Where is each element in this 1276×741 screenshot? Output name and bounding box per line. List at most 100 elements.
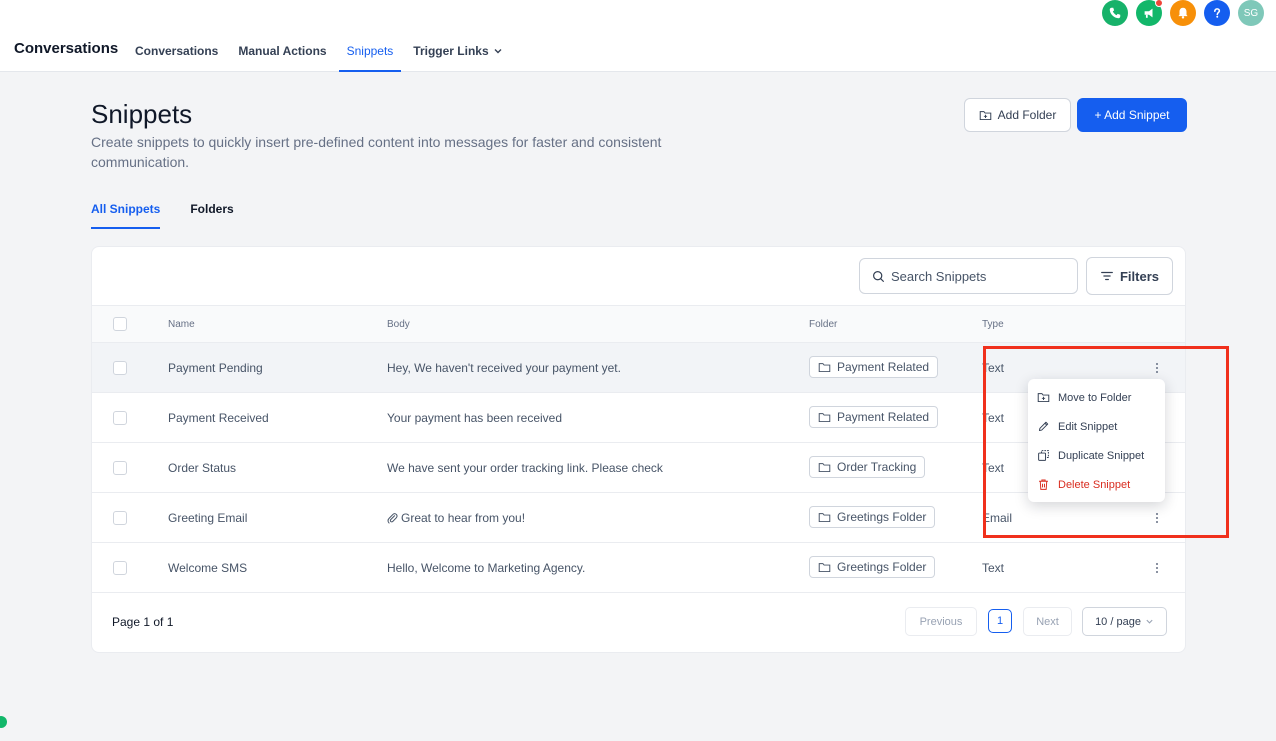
menu-item-label: Edit Snippet [1058, 420, 1118, 433]
folder-tag[interactable]: Payment Related [809, 356, 939, 378]
folder-name: Payment Related [837, 410, 930, 424]
page-description: Create snippets to quickly insert pre-de… [91, 134, 662, 170]
snippet-body: Great to hear from you! [387, 511, 525, 525]
column-header-folder[interactable]: Folder [809, 319, 837, 330]
nav-trigger-links[interactable]: Trigger Links [403, 32, 512, 70]
nav-conversations[interactable]: Conversations [125, 32, 228, 70]
table-row[interactable]: Payment Pending Hey, We haven't received… [92, 343, 1185, 393]
folder-tag[interactable]: Greetings Folder [809, 556, 936, 578]
filters-label: Filters [1119, 268, 1159, 284]
folder-name: Greetings Folder [837, 510, 927, 524]
table-header: Name Body Folder Type [92, 305, 1185, 343]
phone-button[interactable] [1102, 0, 1128, 26]
search-box [859, 258, 1078, 294]
add-folder-button[interactable]: Add Folder [964, 98, 1071, 132]
nav-label: Conversations [135, 44, 219, 58]
tab-label: All Snippets [91, 202, 161, 216]
announcements-button[interactable] [1136, 0, 1163, 26]
menu-item-delete-snippet[interactable]: Delete Snippet [1028, 470, 1165, 499]
column-header-type[interactable]: Type [982, 319, 1004, 330]
search-input[interactable] [891, 268, 1061, 284]
nav-label: Manual Actions [238, 44, 327, 58]
avatar-initials: SG [1243, 7, 1259, 19]
select-all-checkbox[interactable] [113, 317, 127, 331]
tab-all-snippets[interactable]: All Snippets [91, 202, 161, 229]
snippet-body: We have sent your order tracking link. P… [387, 461, 663, 475]
top-header: Conversations Conversations Manual Actio… [0, 0, 1276, 72]
menu-item-edit-snippet[interactable]: Edit Snippet [1028, 412, 1165, 441]
column-header-name[interactable]: Name [168, 319, 195, 330]
snippet-body: Hey, We haven't received your payment ye… [387, 361, 621, 375]
folder-tag[interactable]: Greetings Folder [809, 506, 936, 528]
next-page-button[interactable]: Next [1023, 607, 1072, 636]
row-checkbox[interactable] [113, 361, 127, 375]
folder-tag[interactable]: Order Tracking [809, 456, 926, 478]
snippet-body: Your payment has been received [387, 411, 563, 425]
bell-icon [1178, 7, 1188, 19]
paperclip-icon [387, 513, 398, 524]
row-checkbox[interactable] [113, 511, 127, 525]
folder-tag[interactable]: Payment Related [809, 406, 939, 428]
avatar[interactable]: SG [1238, 0, 1264, 26]
page-indicator: Page 1 of 1 [112, 615, 174, 629]
row-menu-button[interactable] [1151, 560, 1163, 576]
folder-icon [818, 562, 831, 572]
megaphone-icon [1144, 8, 1153, 18]
chevron-down-icon [494, 49, 502, 54]
table-row[interactable]: Order Status We have sent your order tra… [92, 443, 1185, 493]
folder-icon [818, 512, 831, 522]
folder-name: Payment Related [837, 360, 930, 374]
snippet-body-text: Great to hear from you! [401, 511, 526, 525]
folder-name: Order Tracking [837, 460, 917, 474]
move-folder-icon [1037, 393, 1050, 403]
snippet-type: Text [982, 411, 1005, 425]
table-row[interactable]: Payment Received Your payment has been r… [92, 393, 1185, 443]
page-size-select[interactable]: 10 / page [1082, 607, 1167, 636]
help-icon [1214, 8, 1221, 18]
row-menu-button[interactable] [1151, 510, 1163, 526]
page-size-value: 10 / page [1095, 615, 1141, 628]
menu-item-label: Duplicate Snippet [1058, 449, 1145, 462]
nav-manual-actions[interactable]: Manual Actions [228, 32, 336, 70]
page-title: Snippets [91, 99, 193, 129]
row-menu-button[interactable] [1151, 360, 1163, 376]
row-checkbox[interactable] [113, 561, 127, 575]
add-snippet-button[interactable]: + Add Snippet [1077, 98, 1187, 132]
page-number-button[interactable]: 1 [988, 609, 1012, 633]
table-row[interactable]: Greeting Email Great to hear from you! G… [92, 493, 1185, 543]
snippet-type: Text [982, 361, 1005, 375]
phone-icon [1109, 7, 1121, 19]
pencil-icon [1038, 421, 1049, 432]
snippet-name: Order Status [168, 461, 237, 475]
snippet-tabs: All Snippets Folders [91, 202, 234, 229]
header-actions: SG [1102, 0, 1264, 26]
add-snippet-label: + Add Snippet [1094, 108, 1170, 122]
nav-snippets[interactable]: Snippets [337, 32, 404, 72]
search-icon [873, 270, 884, 282]
snippet-type: Text [982, 461, 1005, 475]
top-nav: Conversations Manual Actions Snippets Tr… [125, 32, 513, 72]
row-checkbox[interactable] [113, 461, 127, 475]
column-header-body[interactable]: Body [387, 319, 410, 330]
menu-item-move-to-folder[interactable]: Move to Folder [1028, 383, 1165, 412]
snippet-type: Text [982, 561, 1005, 575]
duplicate-icon [1038, 450, 1049, 461]
notifications-button[interactable] [1170, 0, 1196, 26]
snippet-type: Email [982, 511, 1013, 525]
snippet-body: Hello, Welcome to Marketing Agency. [387, 561, 586, 575]
nav-label: Trigger Links [413, 44, 489, 58]
trash-icon [1039, 479, 1048, 490]
menu-item-duplicate-snippet[interactable]: Duplicate Snippet [1028, 441, 1165, 470]
snippet-context-menu: Move to Folder Edit Snippet Duplicate Sn… [1028, 379, 1165, 502]
chevron-down-icon [1146, 619, 1153, 624]
previous-page-button[interactable]: Previous [905, 607, 977, 636]
filters-button[interactable]: Filters [1086, 257, 1173, 295]
tab-label: Folders [190, 202, 234, 216]
tab-folders[interactable]: Folders [190, 202, 233, 229]
folder-plus-icon [979, 110, 991, 120]
folder-name: Greetings Folder [837, 560, 927, 574]
row-checkbox[interactable] [113, 411, 127, 425]
filter-icon [1101, 271, 1113, 281]
help-button[interactable] [1204, 0, 1230, 26]
table-row[interactable]: Welcome SMS Hello, Welcome to Marketing … [92, 543, 1185, 593]
